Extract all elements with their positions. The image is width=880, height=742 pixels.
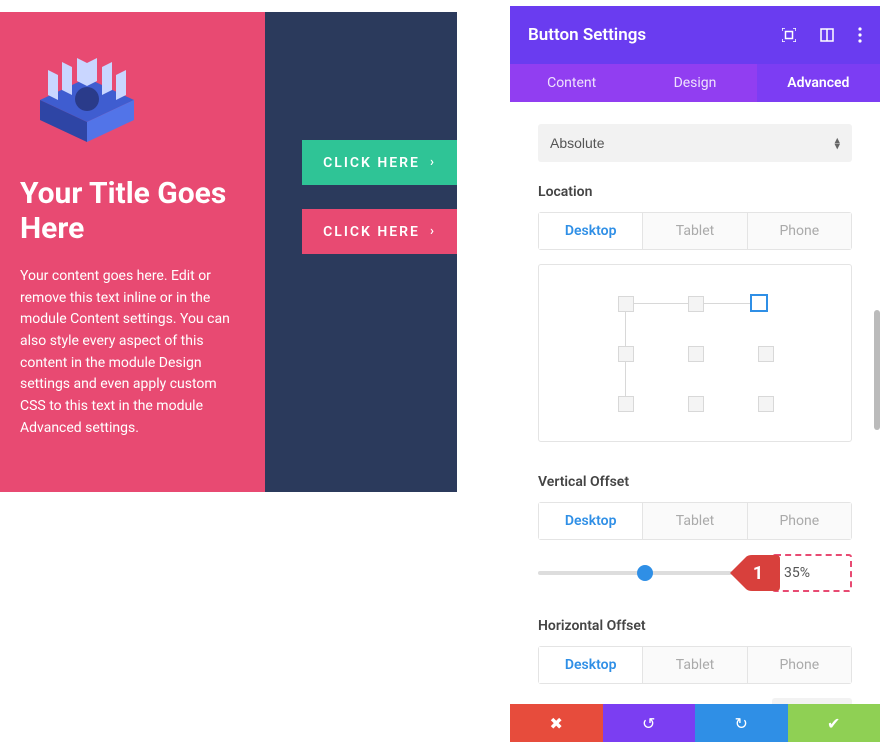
scrollbar-thumb[interactable]	[874, 310, 880, 430]
hoffset-value-input[interactable]: 5%	[772, 698, 852, 704]
undo-button[interactable]: ↺	[603, 704, 696, 742]
settings-tabs: Content Design Advanced	[510, 64, 880, 102]
anchor-top-left[interactable]	[618, 296, 634, 312]
panel-body: Absolute ▴▾ Location Desktop Tablet Phon…	[510, 102, 880, 704]
cta-button-1[interactable]: CLICK HERE ›	[302, 140, 457, 185]
voffset-label: Vertical Offset	[538, 474, 852, 490]
voffset-device-desktop[interactable]: Desktop	[538, 502, 643, 540]
card-title[interactable]: Your Title Goes Here	[20, 177, 243, 246]
close-icon: ✖	[550, 714, 563, 733]
anchor-top-right[interactable]	[750, 294, 768, 312]
panel-footer: ✖ ↺ ↻ ✔	[510, 704, 880, 742]
preview-canvas: Your Title Goes Here Your content goes h…	[0, 12, 457, 492]
voffset-device-phone[interactable]: Phone	[748, 502, 852, 540]
location-device-tabs: Desktop Tablet Phone	[538, 212, 852, 250]
cta-button-2[interactable]: CLICK HERE ›	[302, 209, 457, 254]
expand-icon[interactable]	[782, 27, 796, 43]
anchor-mid-left[interactable]	[618, 346, 634, 362]
location-device-phone[interactable]: Phone	[748, 212, 852, 250]
hoffset-device-tablet[interactable]: Tablet	[643, 646, 747, 684]
blurb-module: Your Title Goes Here Your content goes h…	[0, 12, 265, 492]
tab-content[interactable]: Content	[510, 64, 633, 102]
cta-button-1-label: CLICK HERE	[323, 155, 420, 171]
save-button[interactable]: ✔	[788, 704, 880, 742]
kebab-menu-icon[interactable]	[858, 27, 862, 43]
anchor-mid-right[interactable]	[758, 346, 774, 362]
callout-number: 1	[753, 563, 763, 584]
voffset-slider-thumb[interactable]	[637, 565, 653, 581]
cancel-button[interactable]: ✖	[510, 704, 603, 742]
hoffset-device-desktop[interactable]: Desktop	[538, 646, 643, 684]
settings-panel: Button Settings Content Design Advanced …	[510, 0, 880, 742]
panel-header: Button Settings	[510, 6, 880, 64]
voffset-device-tablet[interactable]: Tablet	[643, 502, 747, 540]
undo-icon: ↺	[642, 714, 655, 733]
panel-title: Button Settings	[528, 25, 782, 45]
position-select[interactable]: Absolute	[538, 124, 852, 162]
location-device-desktop[interactable]: Desktop	[538, 212, 643, 250]
anchor-bot-center[interactable]	[688, 396, 704, 412]
redo-button[interactable]: ↻	[695, 704, 788, 742]
anchor-top-center[interactable]	[688, 296, 704, 312]
voffset-value-input[interactable]: 35%	[772, 554, 852, 592]
card-illustration	[20, 52, 155, 147]
anchor-bot-right[interactable]	[758, 396, 774, 412]
chevron-right-icon: ›	[430, 224, 436, 239]
chevron-right-icon: ›	[430, 155, 436, 170]
card-body-text[interactable]: Your content goes here. Edit or remove t…	[20, 266, 243, 440]
responsive-icon[interactable]	[820, 27, 834, 43]
tab-design[interactable]: Design	[633, 64, 756, 102]
location-device-tablet[interactable]: Tablet	[643, 212, 747, 250]
voffset-device-tabs: Desktop Tablet Phone	[538, 502, 852, 540]
cta-button-2-label: CLICK HERE	[323, 224, 420, 240]
voffset-slider[interactable]	[538, 571, 752, 575]
hoffset-device-tabs: Desktop Tablet Phone	[538, 646, 852, 684]
anchor-picker	[538, 264, 852, 442]
tab-advanced[interactable]: Advanced	[757, 64, 880, 102]
hoffset-label: Horizontal Offset	[538, 618, 852, 634]
redo-icon: ↻	[735, 714, 748, 733]
preview-pane: Your Title Goes Here Your content goes h…	[0, 0, 510, 540]
anchor-grid	[625, 303, 765, 403]
hoffset-device-phone[interactable]: Phone	[748, 646, 852, 684]
check-icon: ✔	[827, 714, 840, 733]
anchor-mid-center[interactable]	[688, 346, 704, 362]
anchor-bot-left[interactable]	[618, 396, 634, 412]
location-label: Location	[538, 184, 852, 200]
